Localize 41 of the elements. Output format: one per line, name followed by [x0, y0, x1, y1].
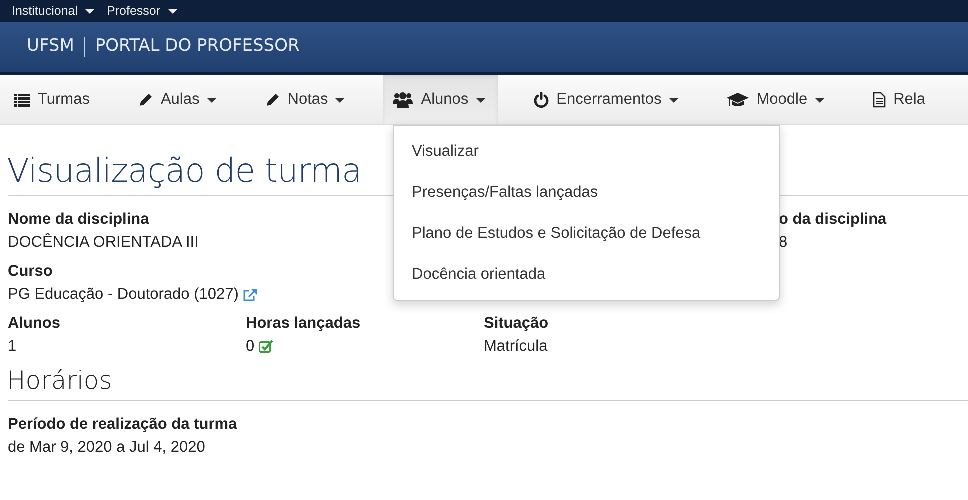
page-title: Visualização de turma [7, 151, 362, 191]
nav-tab[interactable]: Turmas [4, 75, 128, 124]
field-value: 1 [8, 336, 17, 357]
field-label: Alunos [8, 314, 61, 334]
nav-tab[interactable]: Rela [862, 75, 964, 124]
dropdown-item[interactable]: Visualizar [394, 131, 779, 172]
field-value: 8 [779, 232, 788, 253]
field-value: DOCÊNCIA ORIENTADA III [8, 232, 199, 253]
field-value: 0 [246, 336, 255, 357]
nav-tab[interactable]: Encerramentos [524, 75, 717, 124]
caret-icon [168, 8, 178, 14]
top-menu-link[interactable]: Institucional [12, 0, 96, 22]
field-label: Curso [8, 262, 53, 282]
field-label: Nome da disciplina [8, 210, 150, 230]
divider [84, 37, 86, 57]
field-label: o da disciplina [779, 210, 887, 230]
field-value: PG Educação - Doutorado (1027) [8, 284, 239, 305]
nav-tab[interactable]: Aulas [128, 75, 255, 124]
brand-title[interactable]: PORTAL DO PROFESSOR [95, 34, 300, 60]
dropdown-item[interactable]: Plano de Estudos e Solicitação de Defesa [394, 213, 779, 254]
section-title: Horários [7, 366, 112, 396]
brand-name[interactable]: UFSM [27, 34, 74, 60]
nav-tab[interactable]: Notas [254, 75, 384, 124]
caret-icon [85, 8, 96, 14]
nav-tab[interactable]: Alunos [383, 75, 498, 124]
field-label: Horas lançadas [246, 314, 361, 334]
dropdown-item[interactable]: Presenças/Faltas lançadas [394, 172, 779, 213]
pencil-icon [138, 92, 153, 108]
document-icon [872, 92, 886, 108]
graduation-cap-icon [726, 92, 749, 108]
list-icon [14, 94, 30, 106]
nav-tab[interactable]: Moodle [716, 75, 863, 124]
power-icon [534, 92, 549, 108]
field-label: Situação [484, 314, 549, 334]
field-label: Período de realização da turma [8, 414, 238, 435]
users-icon [393, 92, 414, 108]
field-value: de Mar 9, 2020 a Jul 4, 2020 [8, 438, 206, 458]
pencil-icon [264, 92, 280, 108]
field-value: Matrícula [484, 336, 548, 357]
top-menu-link[interactable]: Professor [107, 0, 178, 22]
dropdown-item[interactable]: Docência orientada [394, 254, 779, 295]
